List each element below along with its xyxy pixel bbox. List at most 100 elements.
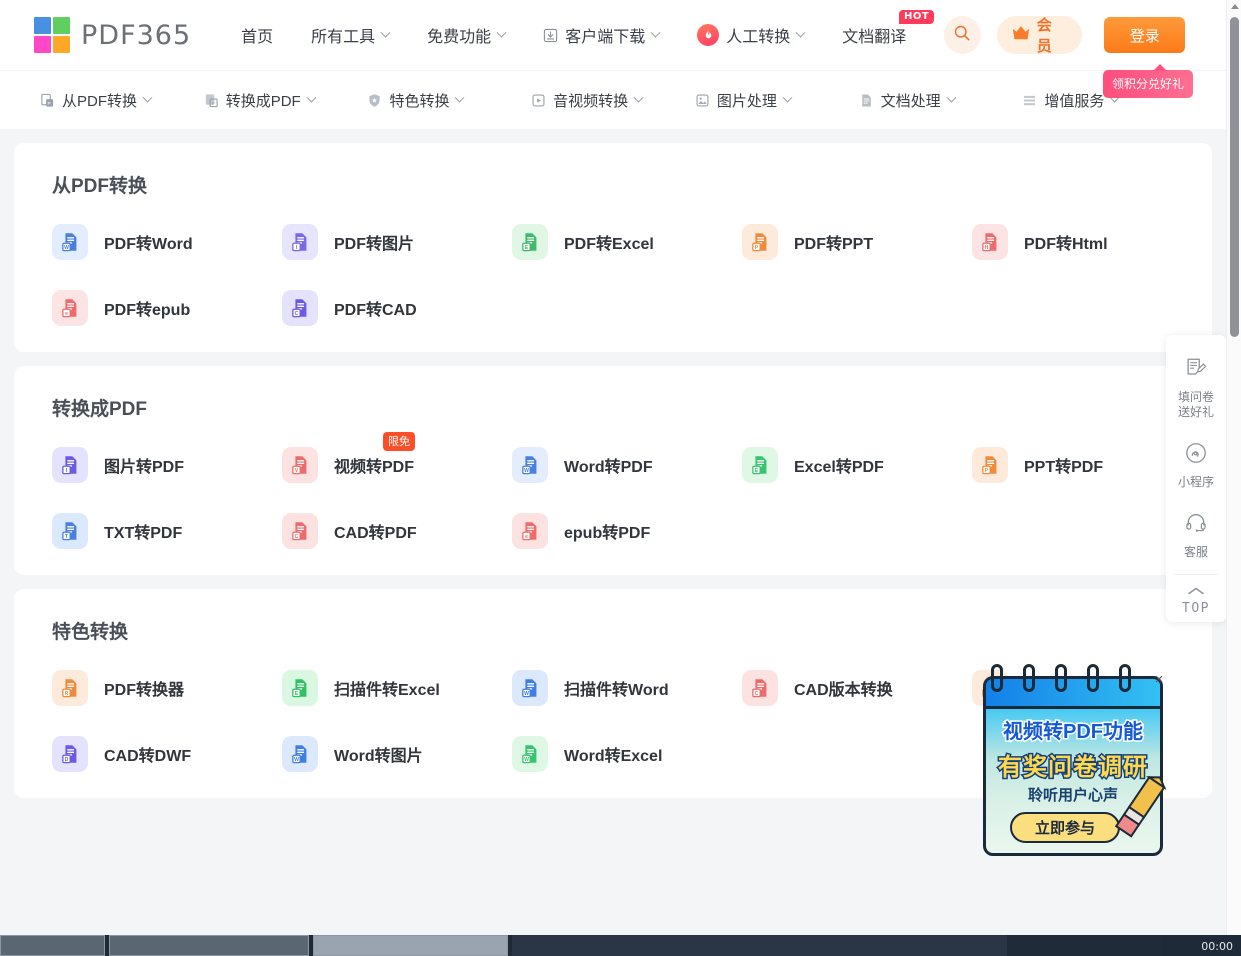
tool-label: PDF转Word bbox=[104, 236, 193, 253]
chevron-down-icon bbox=[496, 27, 507, 38]
svg-text:R: R bbox=[65, 691, 69, 697]
tool-icon: W bbox=[282, 736, 318, 772]
tool-item[interactable]: e epub转PDF bbox=[498, 513, 728, 549]
tool-icon: P bbox=[972, 447, 1008, 483]
taskbar-window-1[interactable] bbox=[0, 935, 105, 956]
subnav-item-image[interactable]: 图片处理 bbox=[695, 90, 859, 111]
tool-icon: T bbox=[52, 513, 88, 549]
tool-item[interactable]: C CAD版本转换 bbox=[728, 670, 958, 706]
nav-item-free-features[interactable]: 免费功能 bbox=[427, 23, 507, 47]
tool-item[interactable]: E 扫描件转Excel bbox=[268, 670, 498, 706]
subnav-item-to-pdf[interactable]: P 转换成PDF bbox=[204, 90, 368, 111]
tool-item[interactable]: I PDF转图片 bbox=[268, 224, 498, 260]
tool-item[interactable]: E Excel转PDF bbox=[728, 447, 958, 483]
nav-item-all-tools[interactable]: 所有工具 bbox=[311, 23, 391, 47]
download-icon bbox=[543, 28, 558, 43]
chevron-down-icon bbox=[306, 92, 317, 103]
tool-item[interactable]: W PDF转Word bbox=[38, 224, 268, 260]
svg-text:W: W bbox=[524, 691, 529, 697]
tool-icon: e bbox=[52, 290, 88, 326]
tool-item[interactable]: e PDF转epub bbox=[38, 290, 268, 326]
close-icon[interactable]: × bbox=[1151, 672, 1167, 688]
doc-icon bbox=[859, 93, 874, 108]
tool-section: 转换成PDF I 图片转PDF V 视频转PDF 限免 W Word转PDF E Excel转PD… bbox=[14, 366, 1212, 575]
os-taskbar: 00:00 bbox=[0, 935, 1241, 956]
tool-item[interactable]: W Word转PDF bbox=[498, 447, 728, 483]
nav-label: 所有工具 bbox=[311, 29, 376, 46]
tool-item[interactable]: W Word转Excel bbox=[498, 736, 728, 772]
spiral-binding-icon bbox=[1023, 664, 1035, 692]
points-tip-bubble[interactable]: 领积分兑好礼 bbox=[1102, 64, 1193, 98]
subnav-label: 增值服务 bbox=[1044, 92, 1105, 110]
taskbar-window-3[interactable] bbox=[313, 935, 508, 956]
scrollbar-thumb[interactable] bbox=[1230, 17, 1239, 337]
search-button[interactable] bbox=[944, 16, 981, 54]
tool-item[interactable]: D CAD转DWF bbox=[38, 736, 268, 772]
tool-item[interactable]: R PDF转换器 bbox=[38, 670, 268, 706]
back-to-top-button[interactable]: TOP bbox=[1174, 574, 1218, 616]
tool-label: 扫描件转Word bbox=[564, 682, 669, 699]
nav-item-client-download[interactable]: 客户端下载 bbox=[543, 23, 661, 47]
tool-icon: H bbox=[972, 224, 1008, 260]
rail-label-line1: 小程序 bbox=[1177, 475, 1214, 489]
spiral-binding-icon bbox=[1119, 664, 1131, 692]
chevron-down-icon bbox=[633, 92, 644, 103]
scroll-up-arrow-icon[interactable] bbox=[1231, 4, 1239, 9]
tool-icon: I bbox=[282, 224, 318, 260]
subnav-label: 音视频转换 bbox=[553, 92, 629, 110]
limited-free-badge: 限免 bbox=[383, 432, 415, 451]
subnav-label: 特色转换 bbox=[389, 92, 450, 110]
svg-text:e: e bbox=[525, 534, 528, 540]
rail-item-miniprogram[interactable]: 小程序 bbox=[1166, 434, 1226, 504]
rail-item-survey[interactable]: 填问卷 送好礼 bbox=[1166, 349, 1226, 434]
svg-text:V: V bbox=[295, 468, 299, 474]
tool-grid: W PDF转Word I PDF转图片 E PDF转Excel P PDF转PPT H PDF转H… bbox=[14, 224, 1212, 326]
tool-item[interactable]: E PDF转Excel bbox=[498, 224, 728, 260]
svg-text:C: C bbox=[295, 534, 299, 540]
tool-item[interactable]: C CAD转PDF bbox=[268, 513, 498, 549]
tool-icon: I bbox=[52, 447, 88, 483]
rail-item-support[interactable]: 客服 bbox=[1166, 504, 1226, 574]
rail-label-line1: 客服 bbox=[1183, 545, 1208, 559]
tool-icon: C bbox=[742, 670, 778, 706]
headset-icon bbox=[1184, 511, 1208, 539]
subnav-item-media[interactable]: 音视频转换 bbox=[531, 90, 695, 111]
nav-label: 客户端下载 bbox=[565, 29, 646, 46]
media-icon bbox=[531, 93, 546, 108]
subnav-item-from-pdf[interactable]: P 从PDF转换 bbox=[40, 90, 204, 111]
tool-label: PDF转epub bbox=[104, 302, 191, 319]
tool-section: 从PDF转换 W PDF转Word I PDF转图片 E PDF转Excel P PDF转PPT… bbox=[14, 143, 1212, 352]
hot-badge: HOT bbox=[899, 10, 935, 24]
tool-item[interactable]: T TXT转PDF bbox=[38, 513, 268, 549]
vip-button[interactable]: 会员 bbox=[996, 16, 1083, 55]
tool-item[interactable]: P PDF转PPT bbox=[728, 224, 958, 260]
tool-item[interactable]: C PDF转CAD bbox=[268, 290, 498, 326]
tool-icon: R bbox=[52, 670, 88, 706]
spiral-binding-icon bbox=[1055, 664, 1067, 692]
subnav-item-featured[interactable]: 特色转换 bbox=[367, 90, 531, 111]
svg-text:C: C bbox=[755, 691, 759, 697]
nav-item-doc-translate[interactable]: 文档翻译 HOT bbox=[842, 10, 935, 47]
tool-item[interactable]: V 视频转PDF 限免 bbox=[268, 432, 498, 483]
subnav-item-document[interactable]: 文档处理 bbox=[859, 90, 1023, 111]
tool-label: 视频转PDF bbox=[334, 459, 415, 476]
section-title: 转换成PDF bbox=[52, 399, 148, 420]
vertical-scrollbar[interactable] bbox=[1226, 0, 1241, 935]
login-button[interactable]: 登录 bbox=[1104, 17, 1185, 53]
tool-item[interactable]: I 图片转PDF bbox=[38, 447, 268, 483]
right-side-rail: 填问卷 送好礼 小程序 客服 TOP bbox=[1166, 335, 1226, 622]
tool-icon: W bbox=[512, 736, 548, 772]
brand-logo[interactable]: PDF365 bbox=[34, 17, 191, 53]
subnav-label: 从PDF转换 bbox=[62, 92, 138, 110]
tool-item[interactable]: W 扫描件转Word bbox=[498, 670, 728, 706]
taskbar-window-2[interactable] bbox=[109, 935, 309, 956]
tool-grid: I 图片转PDF V 视频转PDF 限免 W Word转PDF E Excel转PDF P PPT转… bbox=[14, 432, 1212, 549]
nav-item-home[interactable]: 首页 bbox=[241, 23, 273, 47]
subnav-label: 文档处理 bbox=[880, 92, 941, 110]
tool-icon: W bbox=[512, 670, 548, 706]
tool-item[interactable]: H PDF转Html bbox=[958, 224, 1188, 260]
nav-label: 首页 bbox=[241, 29, 274, 46]
tool-item[interactable]: W Word转图片 bbox=[268, 736, 498, 772]
tool-item[interactable]: P PPT转PDF bbox=[958, 447, 1188, 483]
nav-item-manual-conversion[interactable]: 人工转换 bbox=[697, 23, 806, 47]
